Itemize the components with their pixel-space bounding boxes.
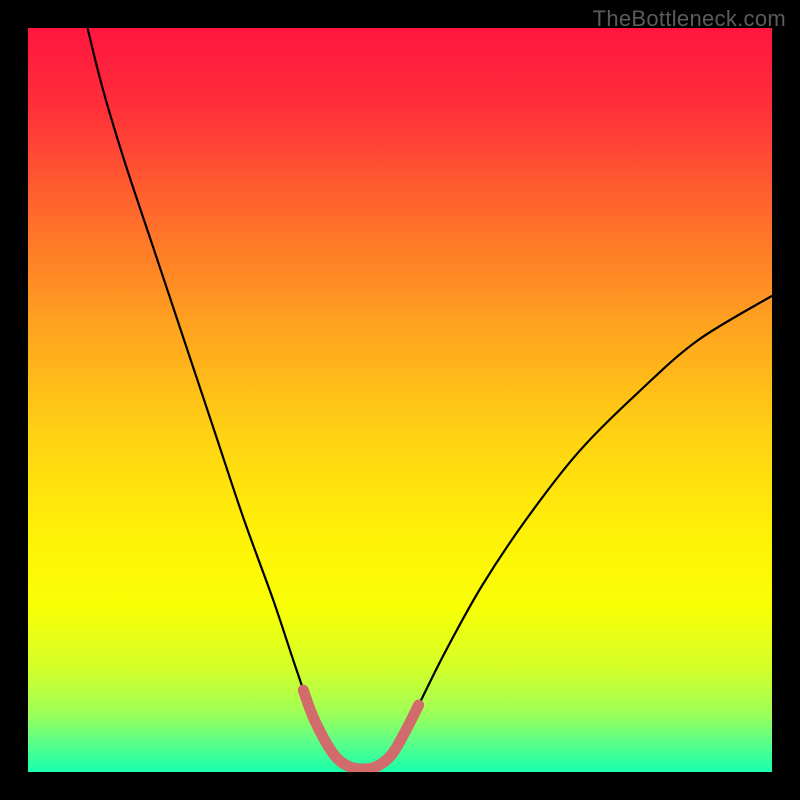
watermark-text: TheBottleneck.com	[593, 6, 786, 32]
highlight-segment	[303, 690, 418, 769]
plot-area	[28, 28, 772, 772]
outer-frame: TheBottleneck.com	[0, 0, 800, 800]
curve-layer	[28, 28, 772, 772]
bottleneck-curve	[88, 28, 772, 769]
